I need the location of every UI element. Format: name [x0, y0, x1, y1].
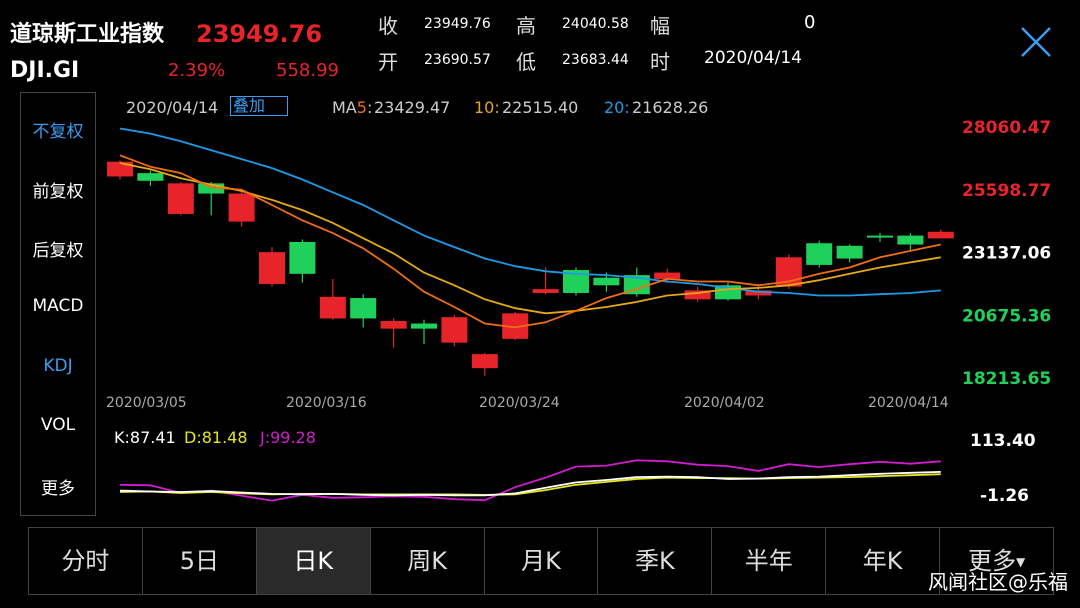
- date-axis-label: 2020/03/24: [479, 395, 560, 411]
- candle-body: [897, 235, 924, 245]
- price-axis-label: 28060.47: [962, 118, 1051, 138]
- price-axis-label: 23137.06: [962, 244, 1051, 264]
- tab-quarterly-k[interactable]: 季K: [598, 528, 713, 594]
- candle-body: [441, 317, 468, 343]
- candle-body: [471, 354, 498, 369]
- watermark: 风闻社区@乐福: [928, 570, 1068, 594]
- candle-body: [289, 241, 316, 274]
- candle-body: [137, 173, 164, 181]
- date-axis-label: 2020/04/14: [868, 395, 949, 411]
- date-axis-label: 2020/03/05: [106, 395, 187, 411]
- price-axis-label: 20675.36: [962, 306, 1051, 326]
- candle-body: [350, 298, 377, 319]
- price-axis-label: 25598.77: [962, 181, 1051, 201]
- kdj-axis-max: 113.40: [970, 431, 1036, 451]
- candle-body: [259, 252, 285, 285]
- candle-body: [867, 235, 893, 238]
- ma5-line: [119, 154, 941, 329]
- kdj-j-line: [119, 459, 941, 502]
- candle-body: [532, 289, 559, 293]
- tab-intraday[interactable]: 分时: [29, 528, 143, 594]
- price-axis-label: 18213.65: [962, 369, 1051, 389]
- tab-yearly-k[interactable]: 年K: [826, 528, 941, 594]
- candle-body: [319, 296, 346, 319]
- candle-body: [380, 320, 407, 329]
- period-tab-bar: 分时 5日 日K 周K 月K 季K 半年 年K 更多▼: [28, 527, 1054, 595]
- tab-weekly-k[interactable]: 周K: [371, 528, 485, 594]
- candle-body: [167, 183, 194, 214]
- candle-body: [228, 193, 255, 222]
- date-axis-label: 2020/04/02: [684, 395, 765, 411]
- tab-half-year[interactable]: 半年: [712, 528, 827, 594]
- tab-daily-k[interactable]: 日K: [256, 528, 371, 594]
- candle-body: [806, 243, 833, 265]
- candle-body: [654, 272, 681, 279]
- kdj-axis-min: -1.26: [980, 486, 1029, 506]
- ma10-line: [119, 162, 941, 315]
- candle-body: [593, 277, 620, 286]
- candle-body: [411, 323, 437, 329]
- tab-monthly-k[interactable]: 月K: [485, 528, 599, 594]
- date-axis-label: 2020/03/16: [286, 395, 367, 411]
- chart-area: 28060.47 25598.77 23137.06 20675.36 18213.65…: [106, 118, 1051, 506]
- candle-body: [836, 245, 863, 259]
- candle-body: [927, 231, 954, 239]
- tab-5day[interactable]: 5日: [143, 528, 257, 594]
